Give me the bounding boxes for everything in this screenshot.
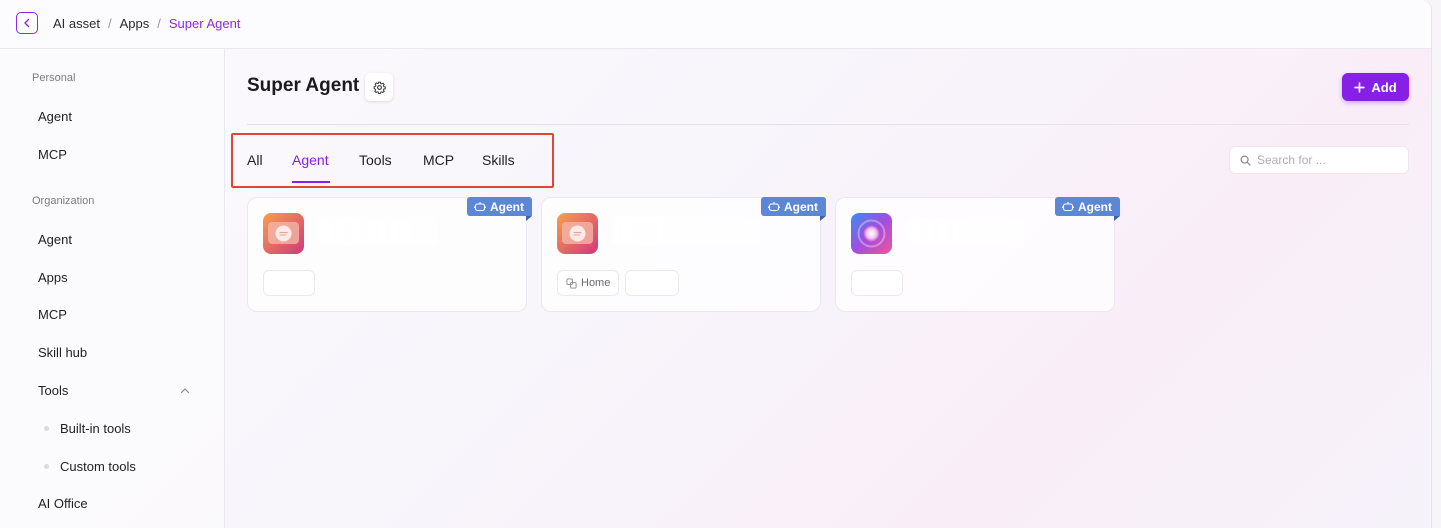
card-tag-label: Home bbox=[581, 277, 611, 289]
tab-agent[interactable]: Agent bbox=[292, 152, 329, 168]
agent-name-redacted bbox=[906, 216, 1026, 246]
gear-icon bbox=[373, 81, 386, 94]
robot-icon bbox=[1062, 202, 1074, 212]
tab-skills[interactable]: Skills bbox=[482, 152, 515, 168]
search-input[interactable] bbox=[1257, 153, 1397, 167]
plus-icon bbox=[1354, 81, 1366, 93]
search-box bbox=[1229, 146, 1409, 174]
settings-button[interactable] bbox=[365, 73, 393, 101]
app-window: AI asset / Apps / Super Agent Personal A… bbox=[0, 0, 1432, 528]
agent-avatar bbox=[557, 213, 598, 254]
type-badge: Agent bbox=[761, 197, 826, 221]
tab-tools[interactable]: Tools bbox=[359, 152, 392, 168]
sidebar-item-custom-tools[interactable]: Custom tools bbox=[44, 459, 194, 474]
sidebar-item-built-in-tools[interactable]: Built-in tools bbox=[44, 421, 194, 436]
sidebar-item-personal-agent[interactable]: Agent bbox=[38, 109, 198, 124]
type-badge-label: Agent bbox=[1078, 199, 1112, 214]
agent-name-redacted bbox=[318, 216, 438, 246]
back-button[interactable] bbox=[16, 12, 38, 34]
agent-card[interactable]: Agent Home bbox=[541, 197, 826, 312]
sidebar-item-skill-hub[interactable]: Skill hub bbox=[38, 345, 198, 360]
type-badge-label: Agent bbox=[490, 199, 524, 214]
breadcrumb-separator: / bbox=[107, 16, 112, 31]
agent-name-redacted bbox=[612, 216, 762, 246]
robot-icon bbox=[474, 202, 486, 212]
agent-card[interactable]: Agent bbox=[247, 197, 532, 312]
chevron-up-icon[interactable] bbox=[180, 386, 190, 396]
type-badge-label: Agent bbox=[784, 199, 818, 214]
add-button-label: Add bbox=[1371, 79, 1397, 95]
sidebar-item-mcp[interactable]: MCP bbox=[38, 307, 198, 322]
agent-card[interactable]: Agent bbox=[835, 197, 1120, 312]
robot-icon bbox=[768, 202, 780, 212]
sidebar-item-label: Built-in tools bbox=[60, 421, 131, 436]
sidebar-item-personal-mcp[interactable]: MCP bbox=[38, 147, 198, 162]
chevron-left-icon bbox=[24, 18, 30, 28]
sidebar-item-agent[interactable]: Agent bbox=[38, 232, 198, 247]
sidebar: Personal Agent MCP Organization Agent Ap… bbox=[0, 49, 225, 528]
breadcrumb-current: Super Agent bbox=[168, 16, 241, 31]
breadcrumb: AI asset / Apps / Super Agent bbox=[53, 16, 240, 31]
bullet-dot bbox=[44, 464, 49, 469]
breadcrumb-apps[interactable]: Apps bbox=[120, 16, 150, 31]
sidebar-item-apps[interactable]: Apps bbox=[38, 270, 198, 285]
type-badge: Agent bbox=[467, 197, 532, 221]
card-tag bbox=[851, 270, 903, 296]
bullet-dot bbox=[44, 426, 49, 431]
header-divider bbox=[247, 124, 1409, 125]
sidebar-item-tools[interactable]: Tools bbox=[38, 383, 198, 398]
card-tag bbox=[263, 270, 315, 296]
card-tag bbox=[625, 270, 679, 296]
type-badge: Agent bbox=[1055, 197, 1120, 221]
agent-avatar bbox=[263, 213, 304, 254]
page-title: Super Agent bbox=[247, 75, 360, 96]
sidebar-section-organization: Organization bbox=[32, 195, 95, 207]
copy-icon bbox=[566, 277, 577, 289]
sidebar-item-label: Custom tools bbox=[60, 459, 136, 474]
sidebar-item-ai-office[interactable]: AI Office bbox=[38, 496, 198, 511]
tab-all[interactable]: All bbox=[247, 152, 263, 168]
main-content: Super Agent Add All Agent Tools MCP Skil… bbox=[226, 49, 1431, 528]
top-bar: AI asset / Apps / Super Agent bbox=[0, 0, 1431, 49]
breadcrumb-ai-asset[interactable]: AI asset bbox=[53, 16, 100, 31]
card-tag-home: Home bbox=[557, 270, 620, 296]
active-tab-indicator bbox=[292, 181, 330, 183]
sidebar-section-personal: Personal bbox=[32, 72, 76, 84]
search-icon bbox=[1240, 155, 1251, 166]
agent-avatar bbox=[851, 213, 892, 254]
tab-mcp[interactable]: MCP bbox=[423, 152, 454, 168]
breadcrumb-separator: / bbox=[157, 16, 161, 31]
add-button[interactable]: Add bbox=[1342, 73, 1409, 101]
